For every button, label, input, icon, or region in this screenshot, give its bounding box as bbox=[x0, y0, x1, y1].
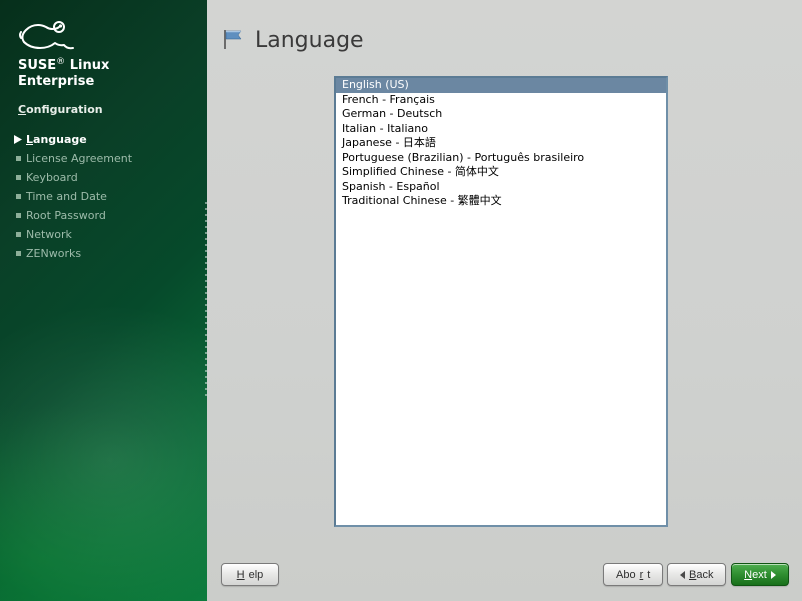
sidebar: SUSE® Linux Enterprise Configuration Lan… bbox=[0, 0, 207, 601]
language-option[interactable]: French - Français bbox=[336, 93, 666, 108]
page-title: Language bbox=[255, 28, 364, 53]
page-title-row: Language bbox=[221, 28, 364, 53]
language-option[interactable]: English (US) bbox=[336, 78, 666, 93]
registered-mark: ® bbox=[56, 57, 65, 67]
step-bullet-icon bbox=[10, 251, 26, 256]
brand-line1-prefix: SUSE bbox=[18, 58, 56, 73]
sidebar-step-label: Keyboard bbox=[26, 171, 78, 184]
language-option[interactable]: Japanese - 日本語 bbox=[336, 136, 666, 151]
sidebar-step[interactable]: Network bbox=[10, 225, 207, 244]
help-button[interactable]: Help bbox=[221, 563, 279, 586]
main-panel: Language English (US)French - FrançaisGe… bbox=[207, 0, 802, 601]
sidebar-step[interactable]: Time and Date bbox=[10, 187, 207, 206]
step-bullet-icon bbox=[10, 232, 26, 237]
step-arrow-icon bbox=[10, 135, 26, 144]
chevron-right-icon bbox=[771, 571, 776, 579]
language-option[interactable]: Traditional Chinese - 繁體中文 bbox=[336, 194, 666, 209]
language-option[interactable]: German - Deutsch bbox=[336, 107, 666, 122]
back-button[interactable]: Back bbox=[667, 563, 726, 586]
chameleon-icon bbox=[18, 18, 80, 52]
step-bullet-icon bbox=[10, 175, 26, 180]
sidebar-step[interactable]: Keyboard bbox=[10, 168, 207, 187]
sidebar-step-label: Network bbox=[26, 228, 72, 241]
sidebar-step-label: Root Password bbox=[26, 209, 106, 222]
back-rest: ack bbox=[696, 569, 713, 581]
abort-pre: Abo bbox=[616, 569, 636, 581]
next-rest: ext bbox=[752, 569, 767, 581]
step-list: Language License Agreement Keyboard Time an… bbox=[0, 122, 207, 263]
language-list: English (US)French - FrançaisGerman - De… bbox=[336, 78, 666, 209]
sidebar-step-label: Language bbox=[26, 133, 87, 146]
sidebar-step-label: Time and Date bbox=[26, 190, 107, 203]
language-option[interactable]: Portuguese (Brazilian) - Português brasi… bbox=[336, 151, 666, 166]
brand-line2: Enterprise bbox=[18, 74, 94, 89]
step-bullet-icon bbox=[10, 194, 26, 199]
sidebar-step-label: License Agreement bbox=[26, 152, 132, 165]
flag-icon bbox=[221, 29, 245, 52]
help-accel: H bbox=[237, 569, 245, 581]
suse-logo bbox=[0, 0, 207, 52]
sidebar-step[interactable]: ZENworks bbox=[10, 244, 207, 263]
step-bullet-icon bbox=[10, 156, 26, 161]
step-bullet-icon bbox=[10, 213, 26, 218]
chevron-left-icon bbox=[680, 571, 685, 579]
language-option[interactable]: Spanish - Español bbox=[336, 180, 666, 195]
sidebar-step[interactable]: Root Password bbox=[10, 206, 207, 225]
help-rest: elp bbox=[249, 569, 264, 581]
next-accel: N bbox=[744, 569, 752, 581]
section-title-accel: C bbox=[18, 103, 26, 116]
sidebar-step-label: ZENworks bbox=[26, 247, 81, 260]
section-title-rest: onfiguration bbox=[26, 103, 103, 116]
sidebar-step[interactable]: License Agreement bbox=[10, 149, 207, 168]
abort-button[interactable]: Abort bbox=[603, 563, 663, 586]
language-listbox[interactable]: English (US)French - FrançaisGerman - De… bbox=[334, 76, 668, 527]
sidebar-step[interactable]: Language bbox=[10, 130, 207, 149]
brand-text: SUSE® Linux Enterprise bbox=[0, 52, 207, 89]
brand-line1-suffix: Linux bbox=[65, 58, 109, 73]
language-option[interactable]: Simplified Chinese - 简体中文 bbox=[336, 165, 666, 180]
section-title: Configuration bbox=[0, 89, 207, 122]
next-button[interactable]: Next bbox=[731, 563, 789, 586]
abort-rest: t bbox=[647, 569, 650, 581]
language-option[interactable]: Italian - Italiano bbox=[336, 122, 666, 137]
installer-window: SUSE® Linux Enterprise Configuration Lan… bbox=[0, 0, 802, 601]
abort-accel: r bbox=[640, 569, 644, 581]
